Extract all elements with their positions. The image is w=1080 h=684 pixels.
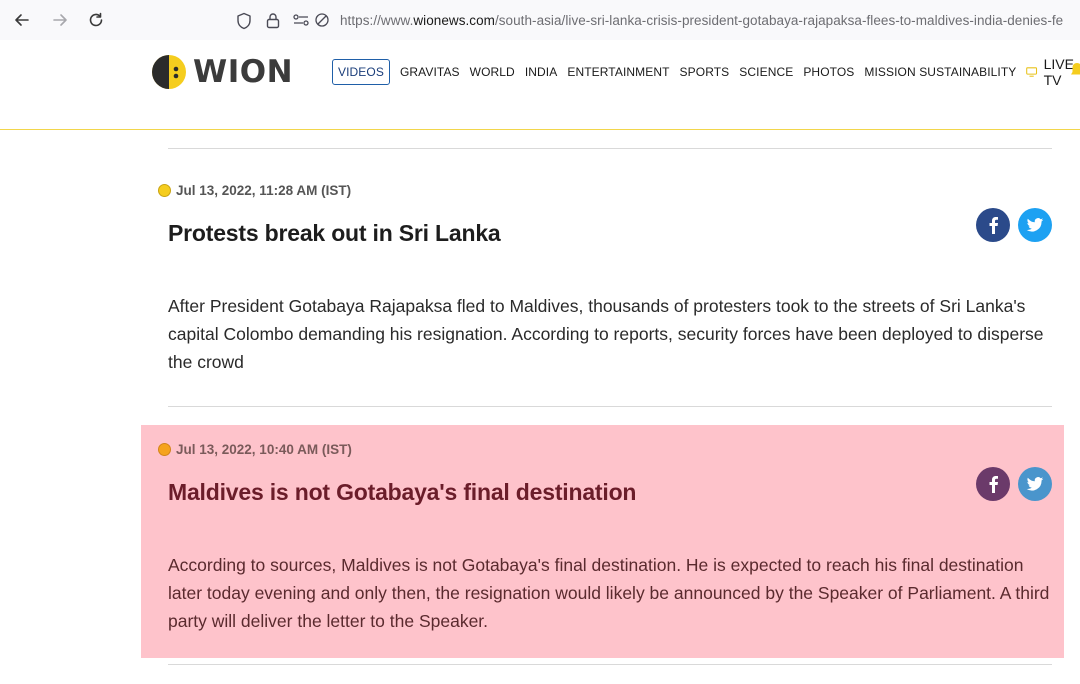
facebook-icon <box>989 476 998 493</box>
divider <box>168 664 1052 665</box>
permissions-icon[interactable] <box>292 12 310 28</box>
entry-timestamp: Jul 13, 2022, 11:28 AM (IST) <box>158 183 351 198</box>
nav-world[interactable]: WORLD <box>470 65 515 79</box>
entry-headline: Protests break out in Sri Lanka <box>168 220 501 246</box>
live-dot-icon <box>158 443 171 456</box>
address-bar[interactable]: https://www.wionews.com/south-asia/live-… <box>228 4 1080 36</box>
url-prefix: https://www. <box>340 13 414 28</box>
divider <box>168 406 1052 407</box>
browser-toolbar: https://www.wionews.com/south-asia/live-… <box>0 0 1080 41</box>
divider <box>168 148 1052 149</box>
back-arrow-icon <box>15 14 29 26</box>
url-path: /south-asia/live-sri-lanka-crisis-presid… <box>494 13 1064 28</box>
twitter-icon <box>1026 476 1044 491</box>
notification-bell-icon[interactable] <box>1070 62 1080 78</box>
nav-entertainment[interactable]: ENTERTAINMENT <box>567 65 669 79</box>
url-host: wionews.com <box>413 13 495 28</box>
site-header: WION VIDEOS GRAVITAS WORLD INDIA ENTERTA… <box>0 40 1080 130</box>
wion-logo-mark-icon <box>152 55 186 89</box>
live-dot-icon <box>158 184 171 197</box>
entry-body: After President Gotabaya Rajapaksa fled … <box>168 296 1044 372</box>
tv-icon <box>1026 67 1038 77</box>
forward-button[interactable] <box>48 8 72 32</box>
reload-icon <box>89 12 103 27</box>
shield-icon[interactable] <box>236 12 252 30</box>
nav-videos[interactable]: VIDEOS <box>332 59 390 85</box>
nav-mission-sustainability[interactable]: MISSION SUSTAINABILITY <box>864 65 1016 79</box>
twitter-share-button[interactable] <box>1018 208 1052 242</box>
facebook-share-button[interactable] <box>976 208 1010 242</box>
wion-logo[interactable]: WION <box>151 52 293 92</box>
nav-gravitas[interactable]: GRAVITAS <box>400 65 460 79</box>
twitter-share-button[interactable] <box>1018 467 1052 501</box>
nav-india[interactable]: INDIA <box>525 65 558 79</box>
facebook-icon <box>989 217 998 234</box>
timestamp-text: Jul 13, 2022, 10:40 AM (IST) <box>176 442 352 457</box>
entry-body: According to sources, Maldives is not Go… <box>168 555 1050 631</box>
lock-icon[interactable] <box>266 12 280 29</box>
nav-sports[interactable]: SPORTS <box>680 65 730 79</box>
twitter-icon <box>1026 217 1044 232</box>
nav-science[interactable]: SCIENCE <box>739 65 793 79</box>
logo-text: WION <box>193 54 294 90</box>
timestamp-text: Jul 13, 2022, 11:28 AM (IST) <box>176 183 352 198</box>
tracking-blocked-icon[interactable] <box>314 12 330 28</box>
url-text[interactable]: https://www.wionews.com/south-asia/live-… <box>340 13 1063 28</box>
forward-arrow-icon <box>53 14 67 26</box>
entry-headline: Maldives is not Gotabaya's final destina… <box>168 479 637 505</box>
back-button[interactable] <box>10 8 34 32</box>
nav-photos[interactable]: PHOTOS <box>803 65 854 79</box>
main-nav: VIDEOS GRAVITAS WORLD INDIA ENTERTAINMEN… <box>332 56 1080 88</box>
facebook-share-button[interactable] <box>976 467 1010 501</box>
reload-button[interactable] <box>84 8 108 32</box>
entry-timestamp: Jul 13, 2022, 10:40 AM (IST) <box>158 442 352 457</box>
